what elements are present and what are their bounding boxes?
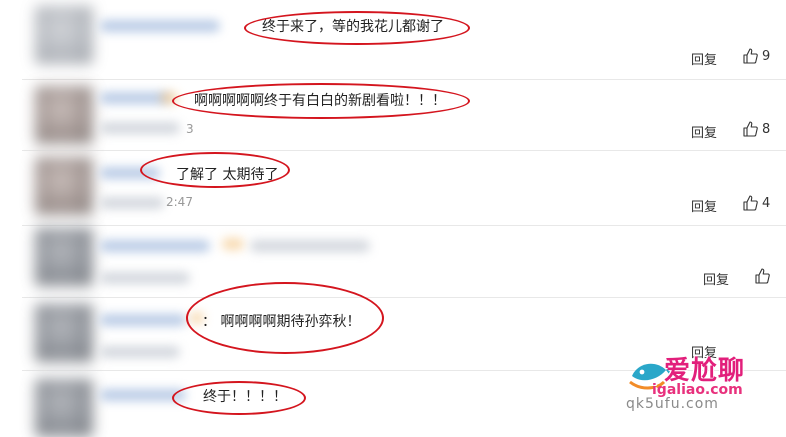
highlight-ellipse [140, 152, 290, 188]
blurred-time [100, 346, 180, 358]
avatar[interactable] [35, 379, 93, 437]
like-count: 9 [762, 48, 771, 64]
avatar[interactable] [35, 86, 93, 144]
blurred-username [100, 314, 186, 326]
thumbs-up-icon [743, 121, 758, 137]
blurred-comment [250, 240, 370, 252]
comment-item: 啊啊啊啊啊终于有白白的新剧看啦！！！ 3 回复 8 [0, 80, 786, 150]
thumbs-up-icon [743, 195, 758, 211]
reply-button[interactable]: 回复 [703, 269, 729, 288]
highlight-ellipse [172, 381, 306, 415]
thumbs-up-icon [755, 268, 770, 284]
reply-button[interactable]: 回复 [691, 49, 717, 68]
like-button[interactable]: 9 [742, 48, 770, 64]
comment-time: 3 [186, 122, 194, 136]
blurred-time [100, 197, 164, 209]
reply-button[interactable]: 回复 [691, 196, 717, 215]
comment-item: 回复 [0, 226, 786, 296]
avatar[interactable] [35, 157, 93, 215]
watermark-bottom-text: qk5ufu.com [626, 396, 719, 412]
avatar[interactable] [35, 228, 93, 286]
like-button[interactable] [754, 268, 774, 284]
avatar[interactable] [35, 6, 93, 64]
blurred-username [100, 240, 210, 252]
highlight-ellipse [186, 282, 384, 354]
site-watermark: 爱尬聊 igaliao.com qk5ufu.com [626, 348, 786, 414]
blurred-time [100, 272, 190, 284]
highlight-ellipse [244, 11, 470, 45]
blurred-username [100, 20, 220, 32]
reply-button[interactable]: 回复 [691, 122, 717, 141]
like-count: 8 [762, 121, 771, 137]
like-button[interactable]: 4 [742, 195, 770, 211]
thumbs-up-icon [743, 48, 758, 64]
blurred-badge [222, 238, 244, 250]
like-count: 4 [762, 195, 771, 211]
blurred-time [100, 122, 180, 134]
like-button[interactable]: 8 [742, 121, 770, 137]
avatar[interactable] [35, 304, 93, 362]
comment-item: 了解了 太期待了 2:47 回复 4 [0, 151, 786, 225]
comment-time: 2:47 [166, 195, 193, 209]
comment-item: 终于来了，等的我花儿都谢了 回复 9 [0, 0, 786, 80]
highlight-ellipse [172, 83, 470, 119]
